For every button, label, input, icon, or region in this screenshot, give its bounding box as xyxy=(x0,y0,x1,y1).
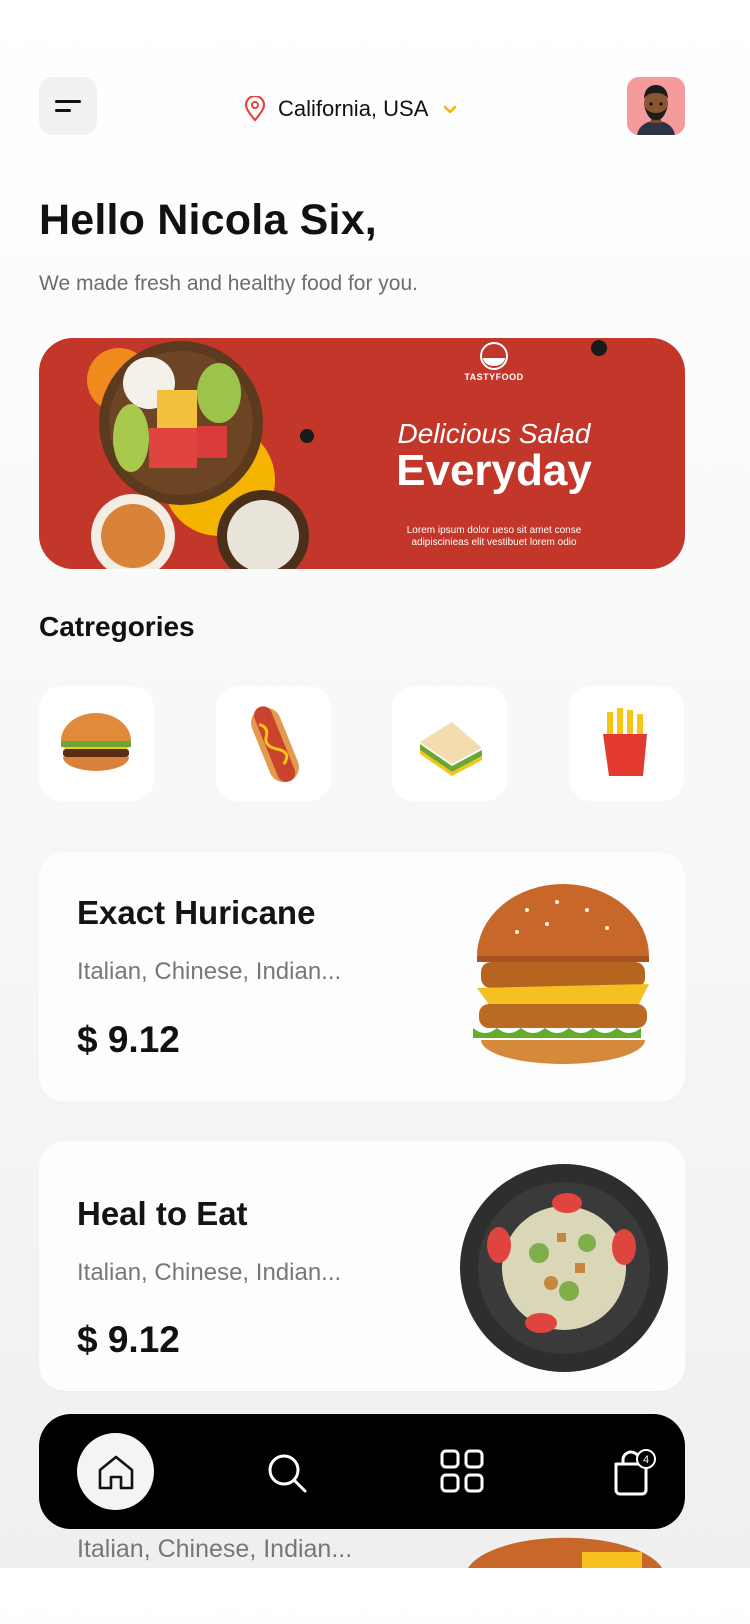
burger-image xyxy=(473,884,649,1064)
product-cuisine: Italian, Chinese, Indian... xyxy=(77,1259,342,1286)
search-icon[interactable] xyxy=(265,1451,309,1495)
categories-title: Catregories xyxy=(39,611,195,642)
product-cuisine: Italian, Chinese, Indian... xyxy=(77,1535,353,1563)
menu-icon-line xyxy=(55,109,71,112)
category-burger[interactable] xyxy=(39,686,154,801)
chevron-down-icon xyxy=(444,105,457,114)
burger-image xyxy=(468,1537,662,1568)
product-cuisine: Italian, Chinese, Indian... xyxy=(77,958,342,985)
sandwich-icon xyxy=(420,722,482,776)
fries-icon xyxy=(603,708,647,776)
avatar[interactable] xyxy=(627,77,685,135)
menu-button[interactable] xyxy=(39,77,97,135)
location-pin-icon xyxy=(244,96,266,122)
product-card[interactable]: Exact Huricane Italian, Chinese, Indian.… xyxy=(39,852,685,1102)
grid-icon[interactable] xyxy=(439,1448,485,1494)
bottom-nav: 4 xyxy=(39,1414,685,1529)
greeting-subtitle: We made fresh and healthy food for you. xyxy=(39,272,419,295)
banner-description: Lorem ipsum dolor ueso sit amet conse ad… xyxy=(406,525,582,548)
category-sandwich[interactable] xyxy=(392,686,507,801)
product-price: $ 9.12 xyxy=(77,1019,180,1060)
hotdog-icon xyxy=(251,706,299,783)
cart-icon[interactable]: 4 xyxy=(611,1448,657,1496)
product-name: Heal to Eat xyxy=(77,1195,248,1232)
product-price: $ 9.12 xyxy=(77,1319,180,1360)
salad-plate-image xyxy=(460,1164,668,1372)
category-hotdog[interactable] xyxy=(216,686,331,801)
avatar-illustration xyxy=(627,77,685,135)
location-label: California, USA xyxy=(278,96,429,121)
home-icon xyxy=(98,1455,134,1490)
location-selector[interactable]: California, USA xyxy=(244,92,460,126)
product-name: Exact Huricane xyxy=(77,894,316,931)
banner-headline-large: Everyday xyxy=(396,446,592,495)
nav-home[interactable] xyxy=(77,1433,154,1510)
product-card[interactable]: Heal to Eat Italian, Chinese, Indian... … xyxy=(39,1141,685,1391)
cart-badge: 4 xyxy=(643,1454,649,1466)
burger-icon xyxy=(61,713,131,771)
menu-icon xyxy=(55,100,81,103)
category-fries[interactable] xyxy=(569,686,684,801)
promo-banner[interactable]: TASTYFOOD Delicious Salad Everyday Lorem… xyxy=(39,338,685,569)
greeting-title: Hello Nicola Six, xyxy=(39,196,377,244)
banner-brand: TASTYFOOD xyxy=(464,372,524,382)
